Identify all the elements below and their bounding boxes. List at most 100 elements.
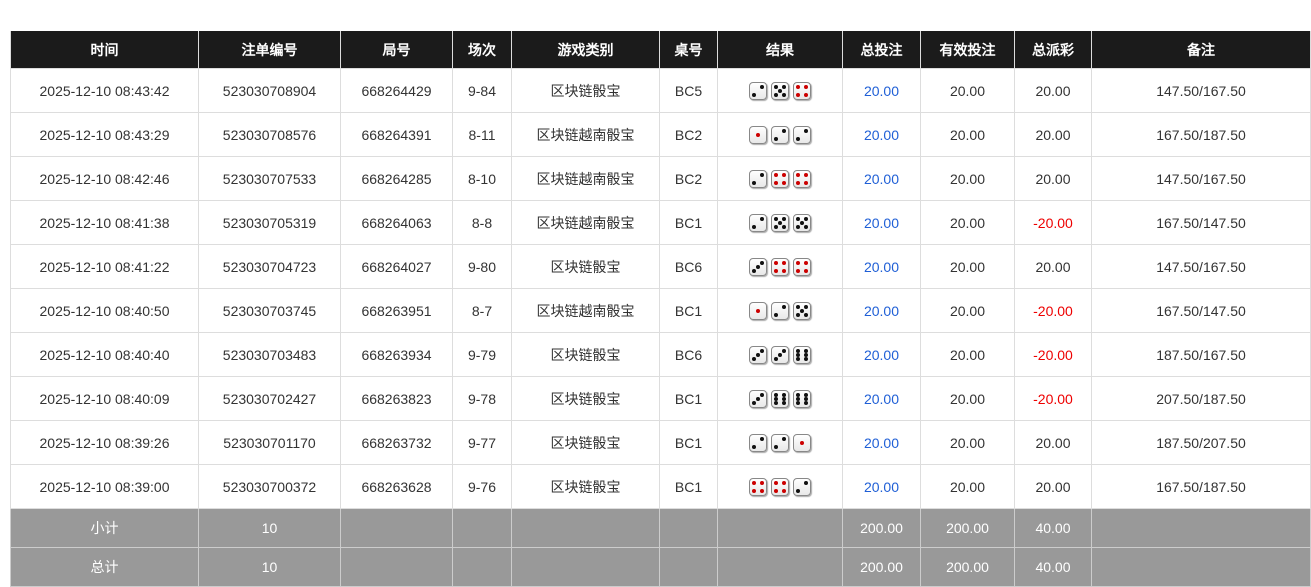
summary-total: 200.00 [842,547,921,587]
dice-2-icon [771,125,789,144]
table-id: BC6 [659,332,718,377]
payout: -20.00 [1014,376,1092,421]
note: 187.50/207.50 [1091,420,1311,465]
total-bet[interactable]: 20.00 [842,376,921,421]
bet-id: 523030701170 [198,420,341,465]
result-dice [717,464,843,509]
payout: 20.00 [1014,464,1092,509]
payout: 20.00 [1014,112,1092,157]
valid-bet: 20.00 [920,288,1015,333]
payout: 20.00 [1014,420,1092,465]
table-id: BC1 [659,200,718,245]
empty-cell [1091,508,1311,548]
valid-bet: 20.00 [920,156,1015,201]
table-row: 2025-12-10 08:41:22 523030704723 668264027… [10,244,1311,289]
summary-row: 小计 10 200.00 200.00 40.00 [10,508,1311,548]
bet-time: 2025-12-10 08:39:26 [10,420,199,465]
session: 8-11 [452,112,512,157]
note: 167.50/147.50 [1091,200,1311,245]
bet-id: 523030704723 [198,244,341,289]
total-bet[interactable]: 20.00 [842,112,921,157]
bet-time: 2025-12-10 08:41:38 [10,200,199,245]
dice-2-icon [749,169,767,188]
note: 167.50/187.50 [1091,464,1311,509]
bet-time: 2025-12-10 08:40:50 [10,288,199,333]
dice-4-icon [771,477,789,496]
column-header: 总投注 [842,31,921,69]
result-dice [717,200,843,245]
table-row: 2025-12-10 08:43:42 523030708904 668264429… [10,68,1311,113]
game-type: 区块链越南骰宝 [511,112,660,157]
bet-id: 523030707533 [198,156,341,201]
total-bet[interactable]: 20.00 [842,288,921,333]
round-id: 668263628 [340,464,453,509]
table-id: BC5 [659,68,718,113]
total-bet[interactable]: 20.00 [842,464,921,509]
table-id: BC2 [659,112,718,157]
note: 207.50/187.50 [1091,376,1311,421]
dice-4-icon [749,477,767,496]
table-row: 2025-12-10 08:40:50 523030703745 668263951… [10,288,1311,333]
column-header: 结果 [717,31,843,69]
empty-cell [452,547,512,587]
table-row: 2025-12-10 08:40:40 523030703483 668263934… [10,332,1311,377]
empty-cell [717,508,843,548]
note: 147.50/167.50 [1091,244,1311,289]
dice-5-icon [771,81,789,100]
column-header: 时间 [10,31,199,69]
session: 8-10 [452,156,512,201]
dice-6-icon [793,345,811,364]
session: 9-77 [452,420,512,465]
total-bet[interactable]: 20.00 [842,68,921,113]
empty-cell [511,547,660,587]
valid-bet: 20.00 [920,464,1015,509]
session: 9-78 [452,376,512,421]
total-bet[interactable]: 20.00 [842,332,921,377]
session: 9-79 [452,332,512,377]
empty-cell [340,508,453,548]
empty-cell [659,508,718,548]
dice-4-icon [771,257,789,276]
bet-time: 2025-12-10 08:39:00 [10,464,199,509]
column-header: 有效投注 [920,31,1015,69]
dice-1-icon [793,433,811,452]
valid-bet: 20.00 [920,68,1015,113]
summary-label: 小计 [10,508,199,548]
empty-cell [717,547,843,587]
total-bet[interactable]: 20.00 [842,200,921,245]
dice-6-icon [771,389,789,408]
game-type: 区块链骰宝 [511,464,660,509]
table-id: BC1 [659,376,718,421]
game-type: 区块链越南骰宝 [511,200,660,245]
empty-cell [511,508,660,548]
result-dice [717,244,843,289]
game-type: 区块链骰宝 [511,244,660,289]
summary-valid: 200.00 [920,508,1015,548]
dice-1-icon [749,125,767,144]
total-bet[interactable]: 20.00 [842,156,921,201]
round-id: 668263823 [340,376,453,421]
total-bet[interactable]: 20.00 [842,420,921,465]
bet-id: 523030703745 [198,288,341,333]
empty-cell [1091,547,1311,587]
payout: -20.00 [1014,288,1092,333]
dice-3-icon [749,345,767,364]
round-id: 668263934 [340,332,453,377]
bet-records-table: 时间 注单编号 局号 场次 游戏类别 桌号 结果 总投注 有效投注 总派彩 备注 2025-12-1… [10,31,1311,587]
table-id: BC2 [659,156,718,201]
summary-row: 总计 10 200.00 200.00 40.00 [10,547,1311,587]
bet-time: 2025-12-10 08:40:40 [10,332,199,377]
column-header: 场次 [452,31,512,69]
summary-total: 200.00 [842,508,921,548]
column-header: 桌号 [659,31,718,69]
total-bet[interactable]: 20.00 [842,244,921,289]
bet-id: 523030702427 [198,376,341,421]
valid-bet: 20.00 [920,244,1015,289]
bet-id: 523030708904 [198,68,341,113]
dice-2-icon [793,125,811,144]
valid-bet: 20.00 [920,200,1015,245]
dice-2-icon [771,433,789,452]
table-header: 时间 注单编号 局号 场次 游戏类别 桌号 结果 总投注 有效投注 总派彩 备注 [10,31,1311,69]
dice-3-icon [749,389,767,408]
note: 147.50/167.50 [1091,156,1311,201]
